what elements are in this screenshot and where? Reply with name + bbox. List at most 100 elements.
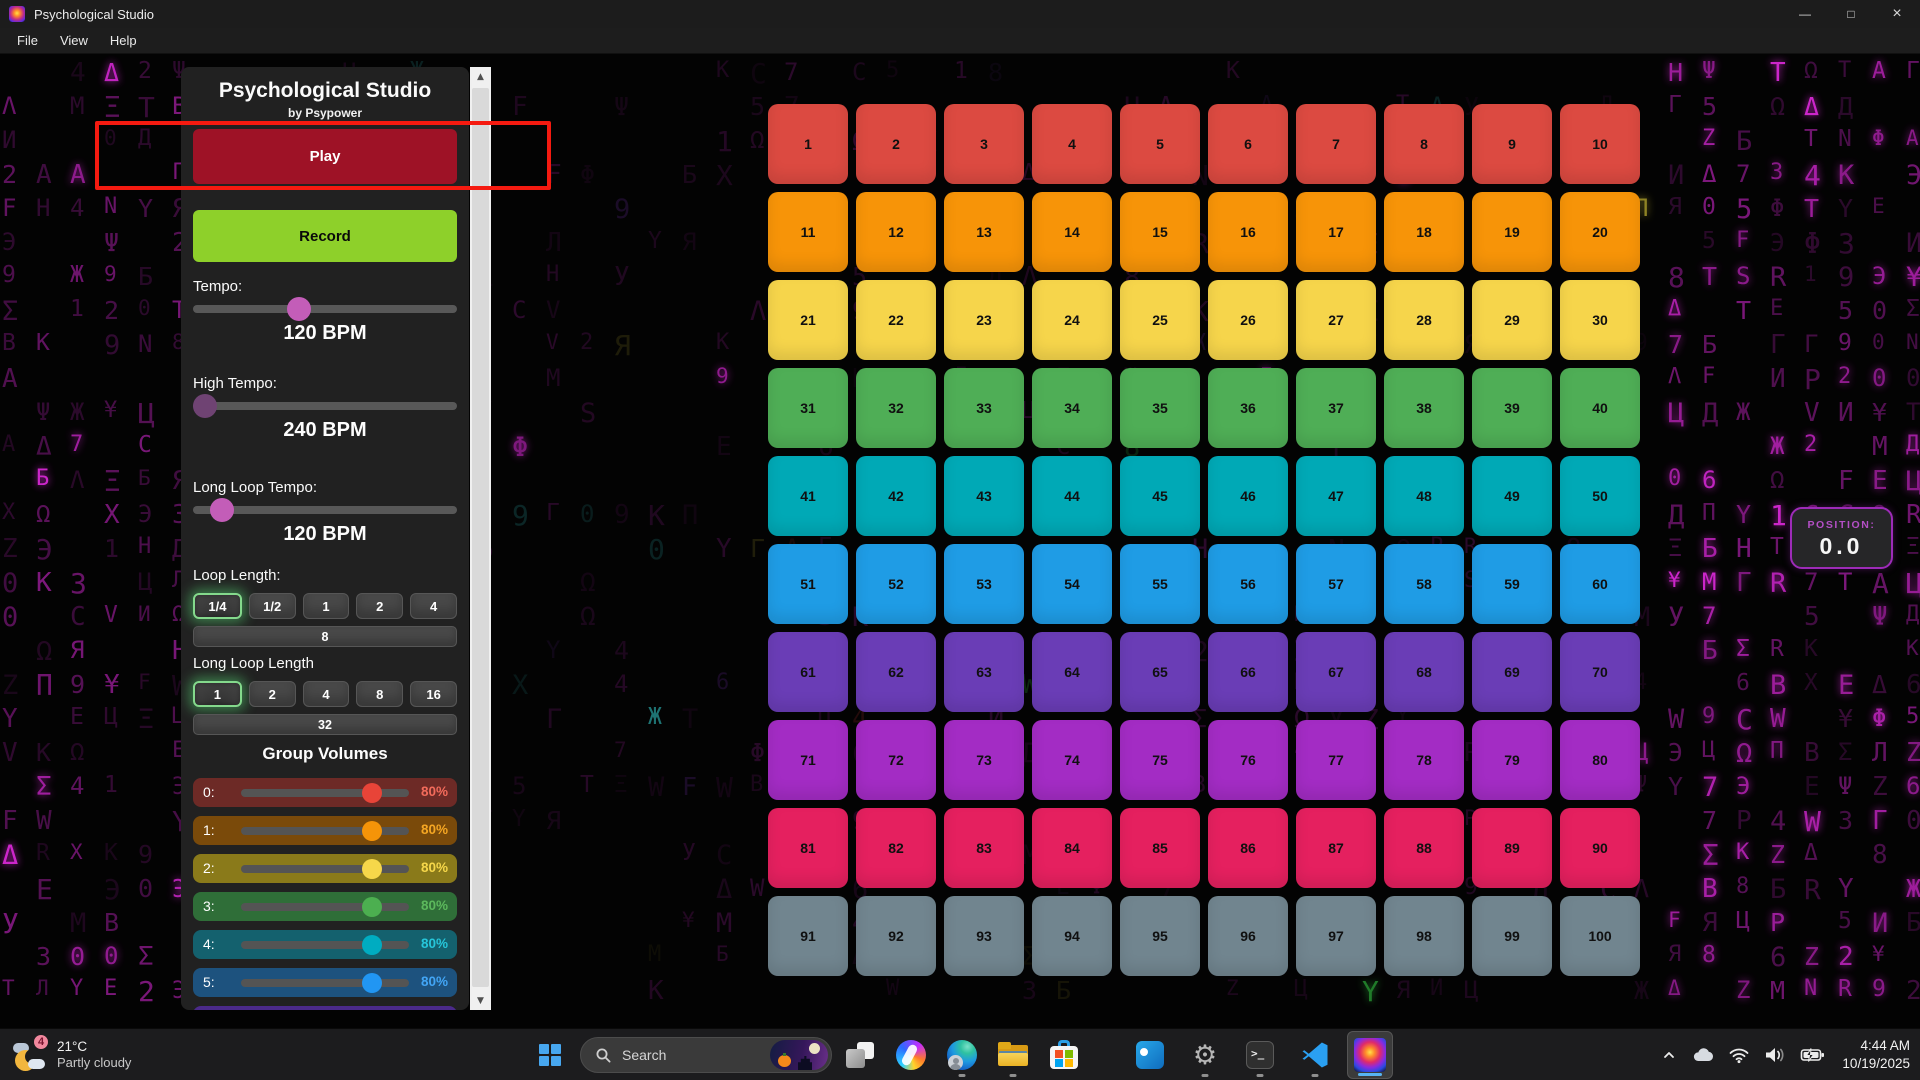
file-explorer-icon[interactable] [990, 1031, 1036, 1079]
grid-cell-17[interactable]: 17 [1296, 192, 1376, 272]
menu-file[interactable]: File [6, 29, 49, 52]
volume-icon[interactable] [1763, 1045, 1787, 1065]
grid-cell-69[interactable]: 69 [1472, 632, 1552, 712]
grid-cell-21[interactable]: 21 [768, 280, 848, 360]
grid-cell-19[interactable]: 19 [1472, 192, 1552, 272]
grid-cell-34[interactable]: 34 [1032, 368, 1112, 448]
long-loop-tempo-slider[interactable] [193, 506, 457, 514]
grid-cell-50[interactable]: 50 [1560, 456, 1640, 536]
grid-cell-46[interactable]: 46 [1208, 456, 1288, 536]
minimize-button[interactable]: — [1782, 0, 1828, 28]
record-button[interactable]: Record [193, 210, 457, 262]
grid-cell-68[interactable]: 68 [1384, 632, 1464, 712]
grid-cell-52[interactable]: 52 [856, 544, 936, 624]
grid-cell-23[interactable]: 23 [944, 280, 1024, 360]
search-highlight-image[interactable] [770, 1040, 828, 1070]
grid-cell-31[interactable]: 31 [768, 368, 848, 448]
long-loop-length-option-16[interactable]: 16 [410, 681, 457, 707]
copilot-icon[interactable] [888, 1031, 934, 1079]
grid-cell-53[interactable]: 53 [944, 544, 1024, 624]
long-loop-length-option-8[interactable]: 8 [356, 681, 403, 707]
group-volume-thumb-0[interactable] [362, 783, 382, 803]
grid-cell-97[interactable]: 97 [1296, 896, 1376, 976]
grid-cell-4[interactable]: 4 [1032, 104, 1112, 184]
group-volume-thumb-3[interactable] [362, 897, 382, 917]
long-loop-length-option-1[interactable]: 1 [193, 681, 242, 707]
search-box[interactable]: Search [580, 1037, 832, 1073]
grid-cell-40[interactable]: 40 [1560, 368, 1640, 448]
grid-cell-64[interactable]: 64 [1032, 632, 1112, 712]
group-volume-thumb-2[interactable] [362, 859, 382, 879]
grid-cell-65[interactable]: 65 [1120, 632, 1200, 712]
grid-cell-74[interactable]: 74 [1032, 720, 1112, 800]
long-loop-length-option-2[interactable]: 2 [249, 681, 296, 707]
grid-cell-95[interactable]: 95 [1120, 896, 1200, 976]
close-button[interactable]: × [1874, 0, 1920, 28]
group-volume-thumb-1[interactable] [362, 821, 382, 841]
grid-cell-78[interactable]: 78 [1384, 720, 1464, 800]
grid-cell-14[interactable]: 14 [1032, 192, 1112, 272]
grid-cell-96[interactable]: 96 [1208, 896, 1288, 976]
grid-cell-58[interactable]: 58 [1384, 544, 1464, 624]
grid-cell-83[interactable]: 83 [944, 808, 1024, 888]
settings-icon[interactable]: ⚙ [1182, 1031, 1228, 1079]
loop-length-option-1[interactable]: 1 [303, 593, 350, 619]
grid-cell-41[interactable]: 41 [768, 456, 848, 536]
grid-cell-98[interactable]: 98 [1384, 896, 1464, 976]
long-loop-length-option-32[interactable]: 32 [193, 714, 457, 735]
grid-cell-62[interactable]: 62 [856, 632, 936, 712]
grid-cell-20[interactable]: 20 [1560, 192, 1640, 272]
edge-icon[interactable] [939, 1031, 985, 1079]
grid-cell-45[interactable]: 45 [1120, 456, 1200, 536]
grid-cell-44[interactable]: 44 [1032, 456, 1112, 536]
group-volume-slider-2[interactable] [241, 865, 409, 873]
grid-cell-16[interactable]: 16 [1208, 192, 1288, 272]
grid-cell-5[interactable]: 5 [1120, 104, 1200, 184]
sidebar-scrollbar[interactable]: ▲ ▼ [470, 67, 491, 1010]
grid-cell-79[interactable]: 79 [1472, 720, 1552, 800]
grid-cell-61[interactable]: 61 [768, 632, 848, 712]
long-loop-length-option-4[interactable]: 4 [303, 681, 350, 707]
loop-length-option-8[interactable]: 8 [193, 626, 457, 647]
loop-length-option-1-2[interactable]: 1/2 [249, 593, 296, 619]
psychological-studio-icon[interactable] [1347, 1031, 1393, 1079]
task-view-icon[interactable] [837, 1031, 883, 1079]
grid-cell-82[interactable]: 82 [856, 808, 936, 888]
menu-view[interactable]: View [49, 29, 99, 52]
grid-cell-71[interactable]: 71 [768, 720, 848, 800]
grid-cell-2[interactable]: 2 [856, 104, 936, 184]
grid-cell-38[interactable]: 38 [1384, 368, 1464, 448]
grid-cell-48[interactable]: 48 [1384, 456, 1464, 536]
loop-length-option-1-4[interactable]: 1/4 [193, 593, 242, 619]
grid-cell-26[interactable]: 26 [1208, 280, 1288, 360]
tempo-slider[interactable] [193, 305, 457, 313]
grid-cell-90[interactable]: 90 [1560, 808, 1640, 888]
grid-cell-27[interactable]: 27 [1296, 280, 1376, 360]
maximize-button[interactable]: □ [1828, 0, 1874, 28]
grid-cell-7[interactable]: 7 [1296, 104, 1376, 184]
grid-cell-67[interactable]: 67 [1296, 632, 1376, 712]
grid-cell-99[interactable]: 99 [1472, 896, 1552, 976]
grid-cell-39[interactable]: 39 [1472, 368, 1552, 448]
grid-cell-12[interactable]: 12 [856, 192, 936, 272]
battery-charging-icon[interactable] [1800, 1045, 1826, 1065]
scrollbar-up-arrow-icon[interactable]: ▲ [470, 67, 491, 86]
grid-cell-84[interactable]: 84 [1032, 808, 1112, 888]
grid-cell-76[interactable]: 76 [1208, 720, 1288, 800]
menu-help[interactable]: Help [99, 29, 148, 52]
grid-cell-92[interactable]: 92 [856, 896, 936, 976]
scrollbar-down-arrow-icon[interactable]: ▼ [470, 991, 491, 1010]
scrollbar-thumb[interactable] [472, 88, 489, 987]
grid-cell-49[interactable]: 49 [1472, 456, 1552, 536]
grid-cell-57[interactable]: 57 [1296, 544, 1376, 624]
start-button[interactable] [533, 1043, 557, 1067]
group-volume-slider-4[interactable] [241, 941, 409, 949]
grid-cell-85[interactable]: 85 [1120, 808, 1200, 888]
grid-cell-25[interactable]: 25 [1120, 280, 1200, 360]
grid-cell-10[interactable]: 10 [1560, 104, 1640, 184]
outlook-icon[interactable] [1127, 1031, 1173, 1079]
onedrive-cloud-icon[interactable] [1691, 1045, 1715, 1065]
high-tempo-slider[interactable] [193, 402, 457, 410]
grid-cell-30[interactable]: 30 [1560, 280, 1640, 360]
grid-cell-80[interactable]: 80 [1560, 720, 1640, 800]
